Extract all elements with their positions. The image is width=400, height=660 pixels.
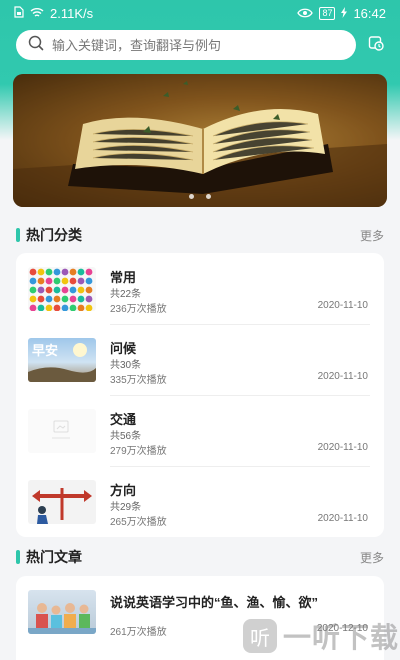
- category-title: 常用: [110, 270, 137, 285]
- articles-section-header: 热门文章 更多: [16, 547, 384, 567]
- watermark-logo-icon: 听: [243, 619, 277, 653]
- carousel-dot[interactable]: [206, 194, 211, 199]
- category-title: 问候: [110, 341, 137, 356]
- category-count: 共56条: [110, 431, 142, 442]
- category-count: 共22条: [110, 289, 142, 300]
- sim-card-icon: [14, 5, 24, 21]
- status-bar: 2.11K/s 87 16:42: [0, 0, 400, 26]
- section-title: 热门分类: [16, 225, 82, 245]
- category-title: 方向: [110, 483, 137, 498]
- search-icon: [28, 35, 44, 56]
- charging-icon: [341, 6, 348, 21]
- category-item-greetings[interactable]: 早安 问候 共30条 335万次播放 2020-11-10: [16, 324, 384, 395]
- carousel-dots: [13, 194, 387, 199]
- search-row: [16, 29, 386, 61]
- category-count: 共29条: [110, 502, 142, 513]
- category-plays: 265万次播放: [110, 517, 167, 528]
- category-item-transport[interactable]: 交通 共56条 279万次播放 2020-11-10: [16, 395, 384, 466]
- carousel-dot[interactable]: [189, 194, 194, 199]
- category-date: 2020-11-10: [317, 371, 368, 382]
- category-date: 2020-11-10: [317, 300, 368, 311]
- banner-book-image: [13, 74, 387, 207]
- search-input[interactable]: [52, 37, 344, 53]
- battery-indicator: 87: [319, 6, 336, 20]
- history-clock-icon: [368, 35, 384, 56]
- section-title: 热门文章: [16, 547, 82, 567]
- category-thumbnail: [28, 480, 96, 524]
- category-item-common[interactable]: 常用 共22条 236万次播放 2020-11-10: [16, 253, 384, 324]
- categories-section-header: 热门分类 更多: [16, 225, 384, 245]
- articles-more-link[interactable]: 更多: [360, 549, 384, 566]
- article-plays: 261万次播放: [110, 627, 167, 638]
- banner-carousel[interactable]: [13, 74, 387, 207]
- category-plays: 335万次播放: [110, 375, 167, 386]
- section-title-text: 热门文章: [26, 549, 82, 565]
- history-button[interactable]: [366, 35, 386, 55]
- category-plays: 279万次播放: [110, 446, 167, 457]
- search-bar[interactable]: [16, 30, 356, 60]
- section-title-text: 热门分类: [26, 227, 82, 243]
- thumbnail-caption: 早安: [32, 343, 59, 358]
- network-speed: 2.11K/s: [50, 5, 94, 21]
- category-thumbnail: 早安: [28, 338, 96, 382]
- category-thumbnail: [28, 409, 96, 453]
- category-date: 2020-11-10: [317, 442, 368, 453]
- watermark-text: 一听下载: [283, 622, 400, 653]
- section-accent-bar: [16, 228, 20, 242]
- category-plays: 236万次播放: [110, 304, 167, 315]
- wifi-icon: [30, 6, 44, 21]
- section-accent-bar: [16, 550, 20, 564]
- clock: 16:42: [353, 5, 386, 21]
- category-thumbnail: [28, 267, 96, 311]
- article-thumbnail: [28, 590, 96, 634]
- eye-comfort-icon: [297, 6, 314, 21]
- category-count: 共30条: [110, 360, 142, 371]
- article-title: 说说英语学习中的“鱼、渔、愉、欲”: [110, 595, 319, 610]
- category-title: 交通: [110, 412, 137, 427]
- categories-more-link[interactable]: 更多: [360, 227, 384, 244]
- category-item-direction[interactable]: 方向 共29条 265万次播放 2020-11-10: [16, 466, 384, 537]
- watermark: 听 一听下载: [243, 612, 400, 660]
- category-date: 2020-11-10: [317, 513, 368, 524]
- categories-card: 常用 共22条 236万次播放 2020-11-10 早安 问候 共30条 33…: [16, 253, 384, 537]
